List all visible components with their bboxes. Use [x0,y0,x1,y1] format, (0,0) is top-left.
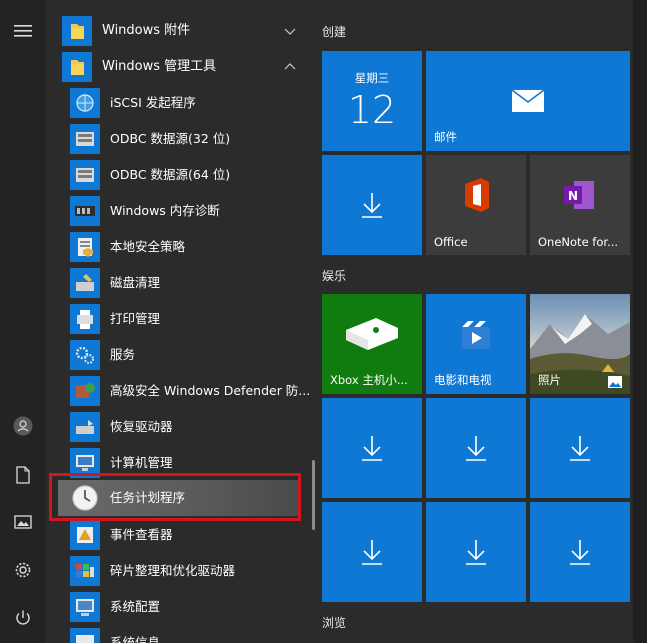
folder-label: Windows 附件 [102,23,191,38]
tile-photos[interactable]: 照片 [530,294,630,394]
power-icon[interactable] [10,605,36,631]
list-item-print-management[interactable]: 打印管理 [46,301,310,337]
download-arrow-icon [322,398,422,498]
tile-label: 电影和电视 [434,373,492,387]
iscsi-globe-icon [70,88,100,118]
download-arrow-icon [426,398,526,498]
folder-windows-accessories[interactable]: Windows 附件 [46,13,310,49]
memory-chip-icon [70,196,100,226]
event-viewer-icon [70,520,100,550]
services-gears-icon [70,340,100,370]
tile-label: 照片 [538,373,561,387]
chevron-up-icon [284,63,296,70]
folder-windows-admin-tools[interactable]: Windows 管理工具 [46,49,310,85]
tile-mail[interactable]: 邮件 [426,51,630,151]
tile-download-3[interactable] [426,398,526,498]
hamburger-menu-icon[interactable] [10,18,36,44]
start-menu-resize-edge [633,0,647,643]
tile-calendar[interactable]: 星期三 12 [322,51,422,151]
download-arrow-icon [426,502,526,602]
calendar-day: 12 [347,88,397,132]
tile-label: Office [434,235,468,249]
print-management-icon [70,304,100,334]
highlight-annotation-box [49,473,301,521]
list-item-disk-cleanup[interactable]: 磁盘清理 [46,265,310,301]
user-avatar-icon[interactable] [10,413,36,439]
list-item-memory-diagnostic[interactable]: Windows 内存诊断 [46,193,310,229]
left-rail [0,0,46,643]
list-item-system-info[interactable]: 系统信息 [46,625,310,643]
tile-download-4[interactable] [530,398,630,498]
list-item-iscsi[interactable]: iSCSI 发起程序 [46,85,310,121]
app-list: Windows 附件 Windows 管理工具 iSCSI 发起程序 ODBC … [46,0,310,643]
system-config-icon [70,592,100,622]
tile-download-6[interactable] [426,502,526,602]
download-arrow-icon [322,155,422,255]
pictures-icon[interactable] [10,509,36,535]
odbc-icon [70,124,100,154]
group-title-create: 创建 [322,25,347,39]
tile-xbox-companion[interactable]: Xbox 主机小... [322,294,422,394]
firewall-icon [70,376,100,406]
download-arrow-icon [322,502,422,602]
list-item-odbc-32[interactable]: ODBC 数据源(32 位) [46,121,310,157]
calendar-weekday: 星期三 [354,71,390,85]
odbc-icon [70,160,100,190]
tile-label: 邮件 [434,130,457,144]
system-info-icon [70,628,100,643]
download-arrow-icon [530,502,630,602]
tile-movies-tv[interactable]: 电影和电视 [426,294,526,394]
scrollbar[interactable] [312,460,315,530]
group-title-browse: 浏览 [322,616,347,630]
folder-label: Windows 管理工具 [102,59,217,74]
office-logo-icon [426,155,526,245]
list-item-recovery-drive[interactable]: 恢复驱动器 [46,409,310,445]
list-item-local-security-policy[interactable]: 本地安全策略 [46,229,310,265]
onenote-logo-icon: N [530,155,630,245]
tile-label: OneNote for... [538,235,619,249]
folder-icon [62,16,92,46]
list-item-system-config[interactable]: 系统配置 [46,589,310,625]
tile-onenote[interactable]: N OneNote for... [530,155,630,255]
tile-download-7[interactable] [530,502,630,602]
xbox-console-icon [322,294,422,384]
list-item-event-viewer[interactable]: 事件查看器 [46,517,310,553]
group-title-entertainment: 娱乐 [322,269,347,283]
disk-cleanup-icon [70,268,100,298]
tile-office[interactable]: Office [426,155,526,255]
chevron-down-icon [284,28,296,35]
list-item-defrag[interactable]: 碎片整理和优化驱动器 [46,553,310,589]
list-item-odbc-64[interactable]: ODBC 数据源(64 位) [46,157,310,193]
security-policy-icon [70,232,100,262]
list-item-services[interactable]: 服务 [46,337,310,373]
svg-text:N: N [568,189,578,203]
download-arrow-icon [530,398,630,498]
folder-icon [62,52,92,82]
settings-gear-icon[interactable] [10,557,36,583]
tile-download-1[interactable] [322,155,422,255]
defrag-icon [70,556,100,586]
tile-download-2[interactable] [322,398,422,498]
list-item-defender-firewall[interactable]: 高级安全 Windows Defender 防... [46,373,310,409]
recovery-drive-icon [70,412,100,442]
photos-app-icon [608,376,622,388]
document-icon[interactable] [10,462,36,488]
tile-label: Xbox 主机小... [330,373,408,387]
tile-download-5[interactable] [322,502,422,602]
